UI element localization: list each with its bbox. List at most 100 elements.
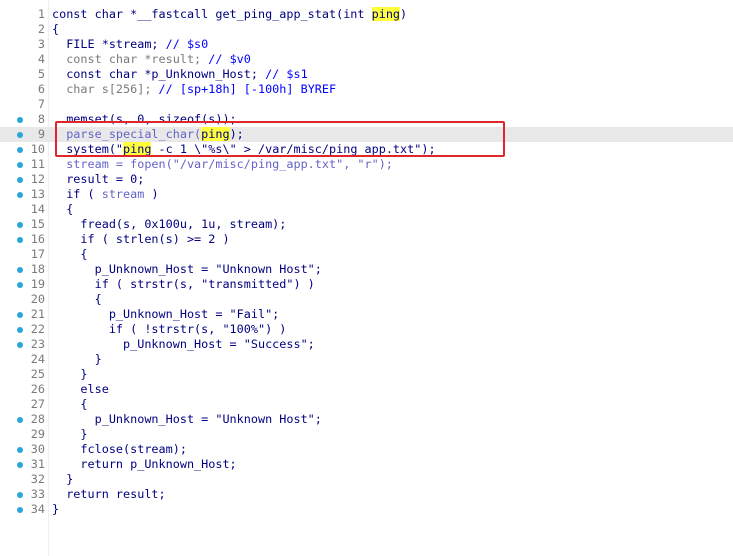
code-line[interactable]: 12 result = 0;: [0, 172, 733, 187]
code-text: memset(s, 0, sizeof(s));: [52, 112, 236, 127]
code-line[interactable]: 5 const char *p_Unknown_Host; // $s1: [0, 67, 733, 82]
code-token: if (: [52, 187, 102, 201]
code-text: {: [52, 202, 73, 217]
code-text: if ( stream ): [52, 187, 158, 202]
line-number: 16: [30, 232, 45, 246]
code-token: system(": [52, 142, 124, 156]
code-line[interactable]: 19 if ( strstr(s, "transmitted") ): [0, 277, 733, 292]
code-line[interactable]: 15 fread(s, 0x100u, 1u, stream);: [0, 217, 733, 232]
code-line[interactable]: 31 return p_Unknown_Host;: [0, 457, 733, 472]
code-line[interactable]: 28 p_Unknown_Host = "Unknown Host";: [0, 412, 733, 427]
code-token: );: [229, 127, 244, 141]
code-line[interactable]: 24 }: [0, 352, 733, 367]
line-number: 28: [30, 412, 45, 426]
code-line[interactable]: 8 memset(s, 0, sizeof(s));: [0, 112, 733, 127]
code-token: fread(s, 0x100u, 1u, stream);: [52, 217, 287, 231]
code-token: -c 1 \"%s\" > /var/misc/ping_app.txt");: [151, 142, 436, 156]
line-number: 25: [30, 367, 45, 381]
code-line[interactable]: 6 char s[256]; // [sp+18h] [-100h] BYREF: [0, 82, 733, 97]
code-token: stream = fopen("/var/misc/ping_app.txt",…: [52, 157, 393, 171]
code-token: fclose(stream);: [52, 442, 187, 456]
code-line[interactable]: 32 }: [0, 472, 733, 487]
code-line[interactable]: 33 return result;: [0, 487, 733, 502]
code-token: char s[256];: [52, 82, 159, 96]
code-line[interactable]: 3 FILE *stream; // $s0: [0, 37, 733, 52]
code-line[interactable]: 34}: [0, 502, 733, 517]
code-token: }: [52, 367, 88, 381]
line-number: 18: [30, 262, 45, 276]
code-line[interactable]: 10 system("ping -c 1 \"%s\" > /var/misc/…: [0, 142, 733, 157]
line-number: 19: [30, 277, 45, 291]
code-token: }: [52, 502, 60, 516]
code-line[interactable]: 22 if ( !strstr(s, "100%") ): [0, 322, 733, 337]
code-line[interactable]: 21 p_Unknown_Host = "Fail";: [0, 307, 733, 322]
line-number: 17: [30, 247, 45, 261]
code-line[interactable]: 26 else: [0, 382, 733, 397]
code-line[interactable]: 29 }: [0, 427, 733, 442]
code-text: return p_Unknown_Host;: [52, 457, 237, 472]
code-text: }: [52, 427, 88, 442]
code-token: }: [52, 427, 88, 441]
code-text: FILE *stream; // $s0: [52, 37, 208, 52]
code-token: // $s1: [265, 67, 308, 81]
line-number: 15: [30, 217, 45, 231]
code-token: if ( strlen(s) >= 2 ): [52, 232, 230, 246]
line-number: 23: [30, 337, 45, 351]
line-number: 8: [37, 112, 45, 126]
line-number: 29: [30, 427, 45, 441]
line-number: 11: [30, 157, 45, 171]
code-line[interactable]: 18 p_Unknown_Host = "Unknown Host";: [0, 262, 733, 277]
line-number: 14: [30, 202, 45, 216]
code-line[interactable]: 9 parse_special_char(ping);: [0, 127, 733, 142]
code-line[interactable]: 14 {: [0, 202, 733, 217]
code-line[interactable]: 7: [0, 97, 733, 112]
code-text: char s[256]; // [sp+18h] [-100h] BYREF: [52, 82, 336, 97]
code-token: {: [52, 202, 74, 216]
code-token: }: [52, 472, 74, 486]
code-token: const char *__fastcall get_ping_app_stat…: [52, 7, 372, 21]
code-token: // $v0: [208, 52, 251, 66]
code-text: stream = fopen("/var/misc/ping_app.txt",…: [52, 157, 393, 172]
code-line[interactable]: 27 {: [0, 397, 733, 412]
line-number: 32: [30, 472, 45, 486]
line-number: 24: [30, 352, 45, 366]
search-highlight: ping: [201, 127, 230, 141]
line-number: 27: [30, 397, 45, 411]
code-line[interactable]: 17 {: [0, 247, 733, 262]
code-token: {: [52, 247, 88, 261]
code-line[interactable]: 2{: [0, 22, 733, 37]
code-line[interactable]: 16 if ( strlen(s) >= 2 ): [0, 232, 733, 247]
code-line[interactable]: 23 p_Unknown_Host = "Success";: [0, 337, 733, 352]
line-number: 30: [30, 442, 45, 456]
code-token: p_Unknown_Host = "Success";: [52, 337, 315, 351]
code-token: else: [52, 382, 109, 396]
code-token: ): [400, 7, 408, 21]
code-line[interactable]: 4 const char *result; // $v0: [0, 52, 733, 67]
code-editor[interactable]: 1 const char *__fastcall get_ping_app_sta…: [0, 0, 733, 556]
code-text: p_Unknown_Host = "Fail";: [52, 307, 279, 322]
code-token: p_Unknown_Host = "Unknown Host";: [52, 262, 322, 276]
code-token: const char *result;: [52, 52, 209, 66]
line-number: 7: [37, 97, 45, 111]
code-line[interactable]: 11 stream = fopen("/var/misc/ping_app.tx…: [0, 157, 733, 172]
code-token: if ( !strstr(s, "100%") ): [52, 322, 287, 336]
code-text: fclose(stream);: [52, 442, 187, 457]
code-line[interactable]: 30 fclose(stream);: [0, 442, 733, 457]
line-number: 34: [30, 502, 45, 516]
code-line[interactable]: 20 {: [0, 292, 733, 307]
code-text: if ( strstr(s, "transmitted") ): [52, 277, 315, 292]
code-token: {: [52, 397, 88, 411]
line-number: 31: [30, 457, 45, 471]
code-text: return result;: [52, 487, 165, 502]
code-text: else: [52, 382, 109, 397]
line-number: 33: [30, 487, 45, 501]
code-token: return p_Unknown_Host;: [52, 457, 237, 471]
line-number: 6: [37, 82, 45, 96]
code-text: }: [52, 367, 88, 382]
code-line[interactable]: 25 }: [0, 367, 733, 382]
code-text: {: [52, 397, 88, 412]
code-line[interactable]: 13 if ( stream ): [0, 187, 733, 202]
code-token: FILE *stream;: [52, 37, 166, 51]
code-line[interactable]: 1 const char *__fastcall get_ping_app_sta…: [0, 7, 733, 22]
code-text: p_Unknown_Host = "Success";: [52, 337, 315, 352]
